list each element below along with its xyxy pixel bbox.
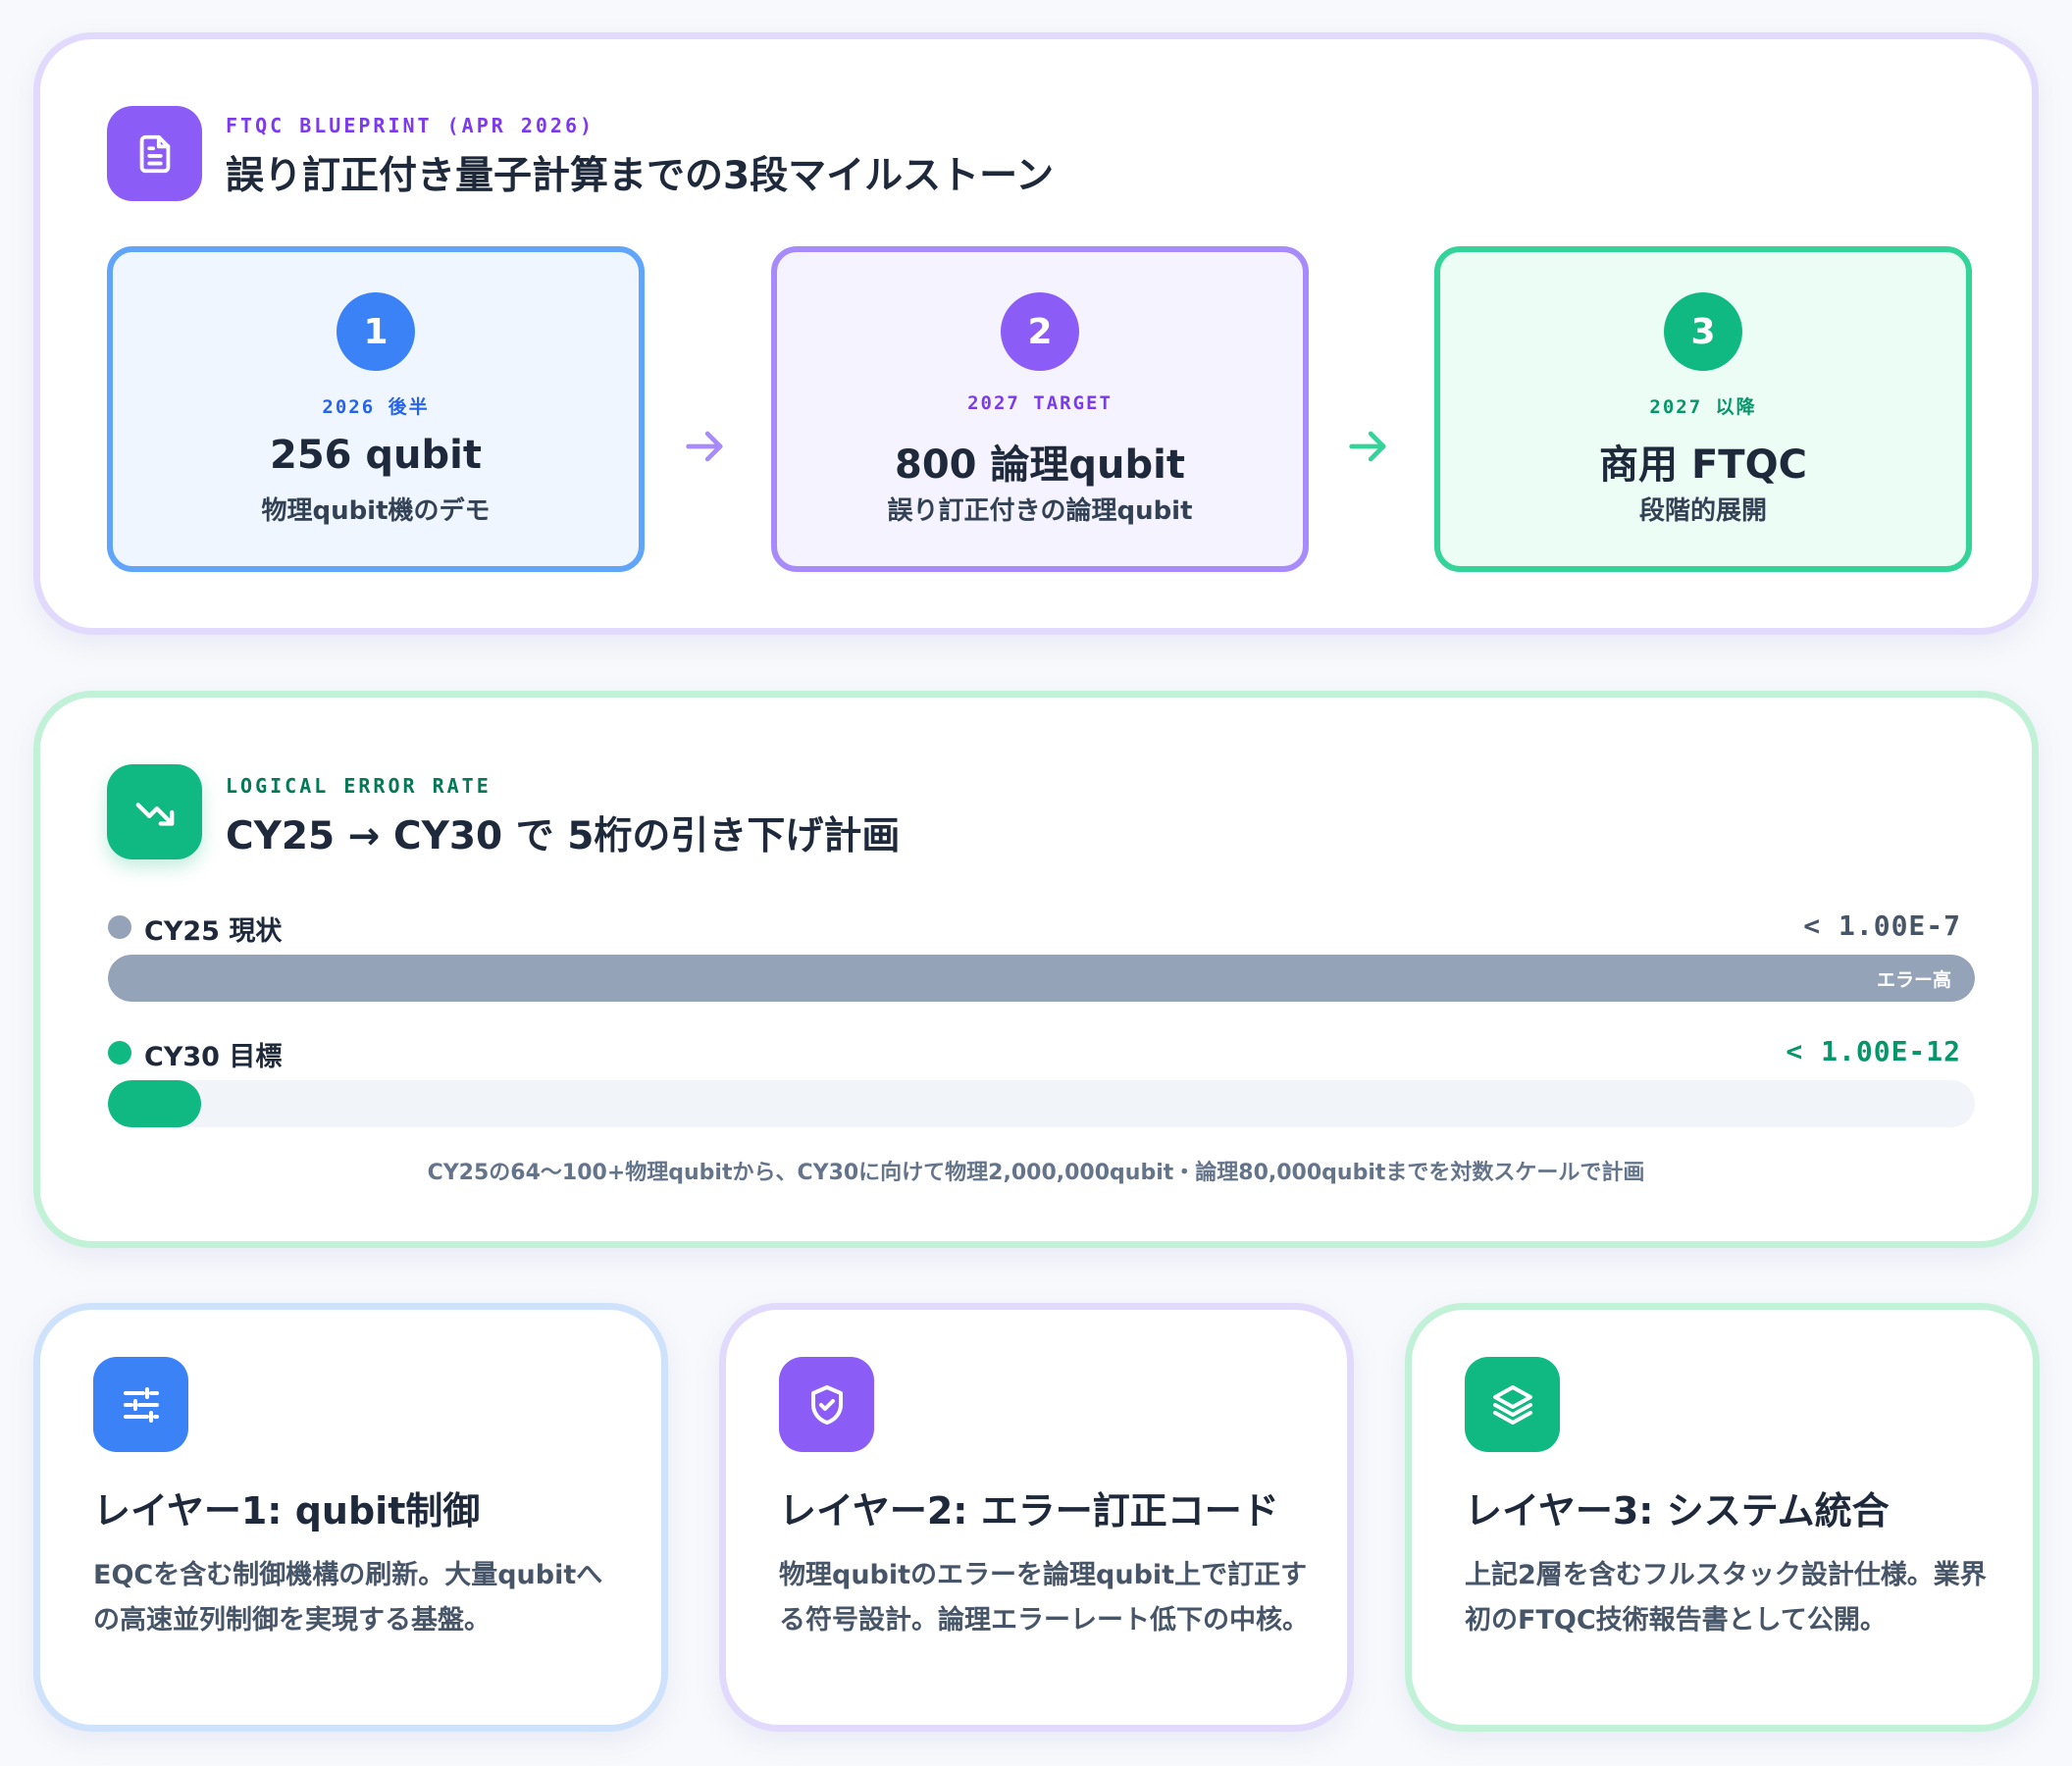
document-icon: [107, 106, 202, 201]
layer-card-2: レイヤー2: エラー訂正コード 物理qubitのエラーを論理qubit上で訂正す…: [719, 1303, 1354, 1732]
arrow-right-icon: [686, 431, 723, 462]
legend-dot-current: [108, 915, 131, 939]
step-number-badge: 3: [1664, 292, 1742, 371]
milestone-period: 2027 以降: [1649, 396, 1757, 418]
section-title: 誤り訂正付き量子計算までの3段マイルストーン: [226, 154, 1055, 198]
milestone-description: 誤り訂正付きの論理qubit: [887, 496, 1193, 526]
layer-description: EQCを含む制御機構の刷新。大量qubitへの高速並列制御を実現する基盤。: [93, 1560, 603, 1636]
current-value: < 1.00E-7: [1803, 909, 1961, 942]
milestone-period: 2026 後半: [322, 396, 430, 418]
target-value: < 1.00E-12: [1786, 1035, 1961, 1067]
layer-title: レイヤー3: システム統合: [1465, 1489, 1890, 1532]
milestone-card-2: 2 2027 TARGET 800 論理qubit 誤り訂正付きの論理qubit: [771, 246, 1309, 572]
layer-title: レイヤー2: エラー訂正コード: [779, 1489, 1279, 1532]
milestone-card-1: 1 2026 後半 256 qubit 物理qubit機のデモ: [107, 246, 645, 572]
step-number-badge: 1: [337, 292, 415, 371]
target-bar-fill: [108, 1080, 202, 1127]
layer-description: 物理qubitのエラーを論理qubit上で訂正する符号設計。論理エラーレート低下…: [779, 1560, 1309, 1636]
milestone-description: 段階的展開: [1638, 496, 1767, 526]
sliders-icon: [93, 1357, 188, 1452]
section-kicker: LOGICAL ERROR RATE: [226, 774, 492, 798]
layer-description: 上記2層を含むフルスタック設計仕様。業界初のFTQC技術報告書として公開。: [1465, 1560, 1987, 1636]
layers-icon: [1465, 1357, 1560, 1452]
shield-check-icon: [779, 1357, 874, 1452]
milestone-card-3: 3 2027 以降 商用 FTQC 段階的展開: [1434, 246, 1972, 572]
milestone-period: 2027 TARGET: [967, 392, 1113, 414]
current-bar-fill: エラー高: [108, 955, 1975, 1002]
layer-card-3: レイヤー3: システム統合 上記2層を含むフルスタック設計仕様。業界初のFTQC…: [1405, 1303, 2040, 1732]
error-rate-card: LOGICAL ERROR RATE CY25 → CY30 で 5桁の引き下げ…: [33, 691, 2039, 1248]
milestone-value: 800 論理qubit: [895, 442, 1185, 488]
milestone-value: 商用 FTQC: [1599, 442, 1807, 488]
target-label: CY30 目標: [144, 1042, 283, 1072]
layer-card-1: レイヤー1: qubit制御 EQCを含む制御機構の刷新。大量qubitへの高速…: [33, 1303, 668, 1732]
blueprint-card: FTQC BLUEPRINT (APR 2026) 誤り訂正付き量子計算までの3…: [33, 32, 2039, 635]
layer-title: レイヤー1: qubit制御: [93, 1489, 481, 1532]
current-bar-track: エラー高: [108, 955, 1975, 1002]
milestone-value: 256 qubit: [270, 433, 482, 478]
target-bar-track: [108, 1080, 1975, 1127]
section-title: CY25 → CY30 で 5桁の引き下げ計画: [226, 814, 901, 858]
milestone-description: 物理qubit機のデモ: [261, 496, 491, 526]
step-number-badge: 2: [1001, 292, 1079, 371]
trending-down-icon: [107, 764, 202, 859]
legend-dot-target: [108, 1041, 131, 1065]
section-kicker: FTQC BLUEPRINT (APR 2026): [226, 114, 596, 137]
current-label: CY25 現状: [144, 916, 283, 947]
scale-note: CY25の64〜100+物理qubitから、CY30に向けて物理2,000,00…: [427, 1161, 1645, 1185]
current-bar-tag: エラー高: [1876, 969, 1951, 991]
arrow-right-icon: [1349, 431, 1386, 462]
